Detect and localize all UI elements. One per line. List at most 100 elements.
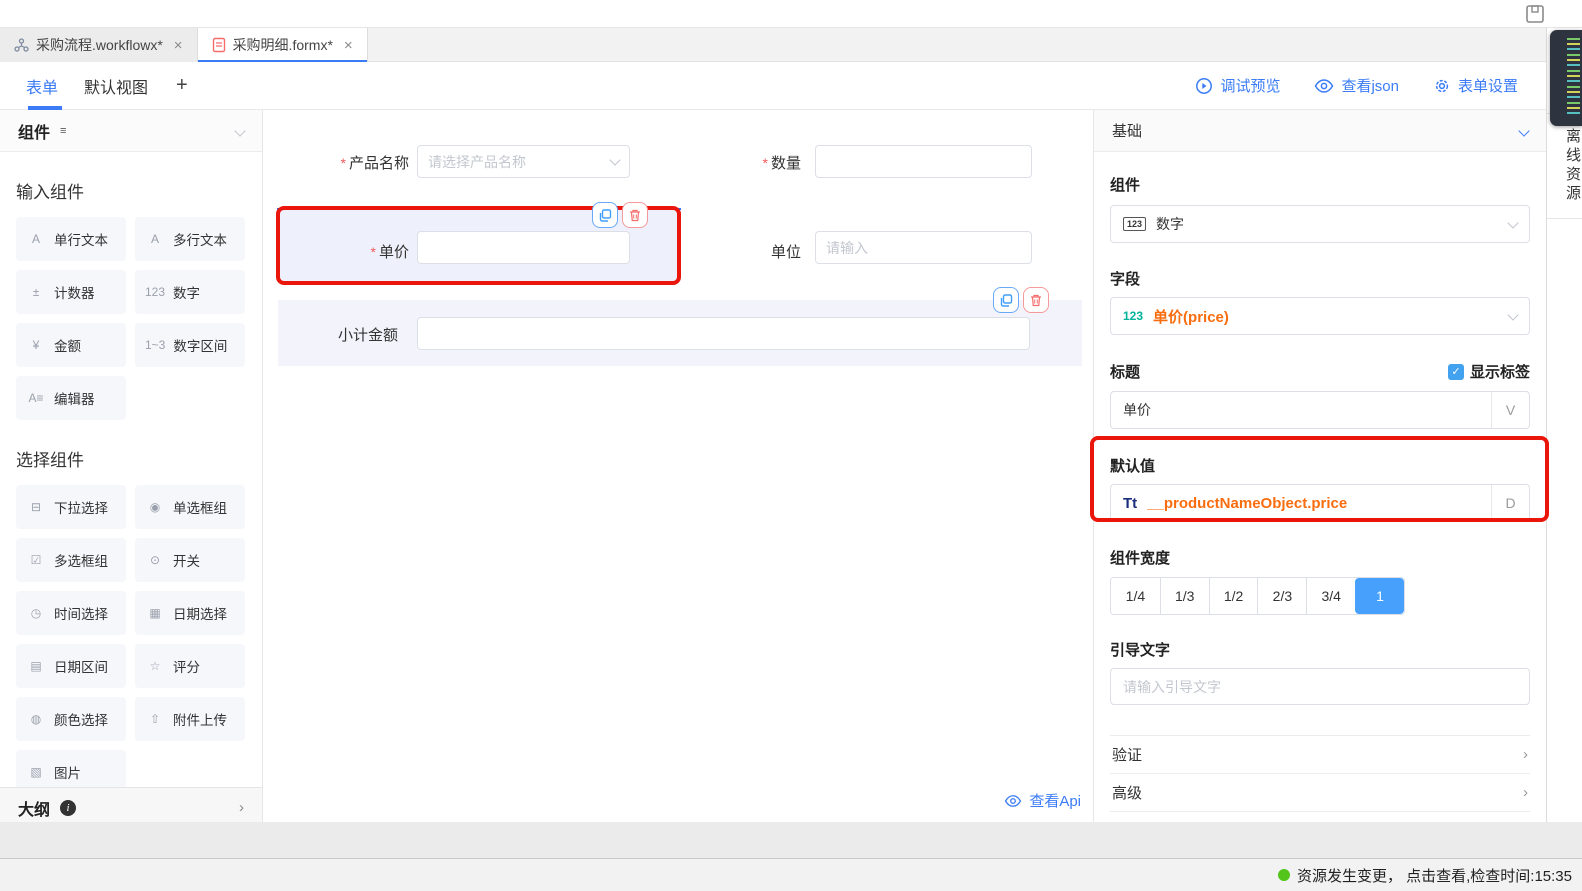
- width-option-2-3[interactable]: 2/3: [1257, 578, 1306, 614]
- component-single-line-text[interactable]: A单行文本: [16, 217, 126, 261]
- title-input[interactable]: 单价: [1111, 392, 1491, 428]
- outline-toggle[interactable]: 大纲 i ›: [0, 787, 262, 827]
- default-value-input[interactable]: Tt __productNameObject.price: [1111, 485, 1491, 521]
- subtotal-input[interactable]: [417, 317, 1030, 350]
- tab-workflow-file[interactable]: 采购流程.workflowx* ×: [0, 28, 198, 62]
- tab-default-view[interactable]: 默认视图: [84, 62, 148, 110]
- component-image[interactable]: ▧图片: [16, 750, 126, 787]
- add-view-button[interactable]: +: [176, 74, 188, 97]
- component-width-label: 组件宽度: [1110, 547, 1530, 568]
- component-sidebar: 组件 ≡ 输入组件 A单行文本 A多行文本 ±计数器 123数字 ¥金额 1~3…: [0, 110, 263, 827]
- component-dropdown-select[interactable]: ⊟下拉选择: [16, 485, 126, 529]
- sidebar-title: 组件: [18, 119, 50, 143]
- default-value-mode-button[interactable]: D: [1491, 485, 1529, 521]
- sidebar-body: 输入组件 A单行文本 A多行文本 ±计数器 123数字 ¥金额 1~3数字区间 …: [0, 152, 262, 787]
- quantity-input[interactable]: [815, 145, 1032, 178]
- component-type-value: 数字: [1156, 214, 1184, 234]
- tab-form-file[interactable]: 采购明细.formx* ×: [198, 28, 368, 62]
- guide-text-input[interactable]: [1110, 668, 1530, 705]
- width-option-1-4[interactable]: 1/4: [1111, 578, 1160, 614]
- debug-preview-button[interactable]: 调试预览: [1195, 75, 1280, 96]
- component-label: 编辑器: [54, 388, 95, 408]
- component-radio-group[interactable]: ◉单选框组: [135, 485, 245, 529]
- checkbox-checked-icon[interactable]: ✓: [1448, 364, 1464, 380]
- rating-icon: ☆: [145, 659, 165, 673]
- delete-component-button[interactable]: [1023, 287, 1049, 313]
- delete-component-button[interactable]: [622, 202, 648, 228]
- component-switch[interactable]: ⊙开关: [135, 538, 245, 582]
- select-components-grid: ⊟下拉选择 ◉单选框组 ☑多选框组 ⊙开关 ◷时间选择 ▦日期选择 ▤日期区间 …: [16, 485, 246, 787]
- input-components-grid: A单行文本 A多行文本 ±计数器 123数字 ¥金额 1~3数字区间 A≡编辑器: [16, 217, 246, 420]
- title-variable-button[interactable]: V: [1491, 392, 1529, 428]
- right-dock-strip: 数据源 离线资源: [1546, 28, 1582, 858]
- component-label: 日期选择: [173, 603, 227, 623]
- status-green-dot: [1278, 869, 1290, 881]
- unit-input[interactable]: [815, 231, 1032, 264]
- component-counter[interactable]: ±计数器: [16, 270, 126, 314]
- section-advanced[interactable]: 高级 ›: [1110, 774, 1530, 812]
- chevron-down-icon: [609, 154, 620, 165]
- dropdown-select-icon: ⊟: [26, 500, 46, 514]
- tab-offline-resources[interactable]: 离线资源: [1547, 114, 1582, 219]
- basic-section-header[interactable]: 基础: [1094, 110, 1546, 152]
- component-label: 开关: [173, 550, 200, 570]
- unit-label: 单位: [753, 241, 801, 262]
- section-style[interactable]: 样式 ›: [1110, 812, 1530, 822]
- number-range-icon: 1~3: [145, 338, 165, 352]
- sidebar-header[interactable]: 组件 ≡: [0, 110, 262, 152]
- view-bar: 表单 默认视图 + 调试预览 查看json 表单设置: [0, 62, 1546, 110]
- close-icon[interactable]: ×: [344, 37, 353, 54]
- hamburger-icon: ≡: [60, 125, 66, 137]
- component-date-picker[interactable]: ▦日期选择: [135, 591, 245, 635]
- form-settings-button[interactable]: 表单设置: [1433, 75, 1518, 96]
- chevron-down-icon: [1518, 125, 1529, 136]
- unit-price-input[interactable]: [417, 231, 630, 264]
- close-icon[interactable]: ×: [174, 37, 183, 54]
- save-icon[interactable]: [1524, 3, 1546, 25]
- component-time-picker[interactable]: ◷时间选择: [16, 591, 126, 635]
- section-validation[interactable]: 验证 ›: [1110, 736, 1530, 774]
- default-value-label: 默认值: [1110, 455, 1530, 476]
- component-multi-line-text[interactable]: A多行文本: [135, 217, 245, 261]
- required-mark: *: [763, 155, 768, 171]
- multi-line-text-icon: A: [145, 232, 165, 246]
- guide-text-label: 引导文字: [1110, 639, 1530, 660]
- code-minimap-overlay[interactable]: [1550, 30, 1582, 126]
- component-number-range[interactable]: 1~3数字区间: [135, 323, 245, 367]
- resource-change-message[interactable]: 资源发生变更， 点击查看,检查时间:15:35: [1297, 865, 1572, 886]
- bottom-gap: [0, 822, 1582, 858]
- width-option-full[interactable]: 1: [1355, 578, 1404, 614]
- time-picker-icon: ◷: [26, 606, 46, 620]
- component-editor[interactable]: A≡编辑器: [16, 376, 126, 420]
- form-canvas: *产品名称 请选择产品名称 *数量 *单价 单位 小计金额 查看Api: [263, 110, 1093, 822]
- chevron-down-icon[interactable]: [234, 125, 245, 136]
- component-label: 多选框组: [54, 550, 108, 570]
- component-type-select[interactable]: 123 数字: [1110, 205, 1530, 243]
- copy-component-button[interactable]: [592, 202, 618, 228]
- component-date-range[interactable]: ▤日期区间: [16, 644, 126, 688]
- width-option-1-3[interactable]: 1/3: [1160, 578, 1209, 614]
- component-label: 日期区间: [54, 656, 108, 676]
- property-inspector: 基础 组件 123 数字 字段 123 单价(price) 标题 ✓ 显示标签 …: [1093, 110, 1546, 822]
- width-option-3-4[interactable]: 3/4: [1306, 578, 1355, 614]
- checkbox-group-icon: ☑: [26, 553, 46, 567]
- component-checkbox-group[interactable]: ☑ 多选框组: [16, 538, 126, 582]
- component-amount[interactable]: ¥金额: [16, 323, 126, 367]
- color-picker-icon: ◍: [26, 712, 46, 726]
- component-rating[interactable]: ☆评分: [135, 644, 245, 688]
- view-json-button[interactable]: 查看json: [1314, 75, 1399, 96]
- quantity-label: *数量: [733, 152, 801, 173]
- action-label: 查看json: [1341, 75, 1399, 96]
- view-api-link[interactable]: 查看Api: [1004, 790, 1081, 811]
- show-label-toggle[interactable]: ✓ 显示标签: [1448, 361, 1530, 382]
- info-icon: i: [60, 800, 76, 816]
- component-number[interactable]: 123数字: [135, 270, 245, 314]
- component-attachment-upload[interactable]: ⇧附件上传: [135, 697, 245, 741]
- product-name-select[interactable]: 请选择产品名称: [417, 145, 630, 178]
- field-select[interactable]: 123 单价(price): [1110, 297, 1530, 335]
- copy-component-button[interactable]: [993, 287, 1019, 313]
- tab-form-view[interactable]: 表单: [26, 62, 58, 110]
- component-color-picker[interactable]: ◍颜色选择: [16, 697, 126, 741]
- width-option-1-2[interactable]: 1/2: [1209, 578, 1258, 614]
- counter-icon: ±: [26, 285, 46, 299]
